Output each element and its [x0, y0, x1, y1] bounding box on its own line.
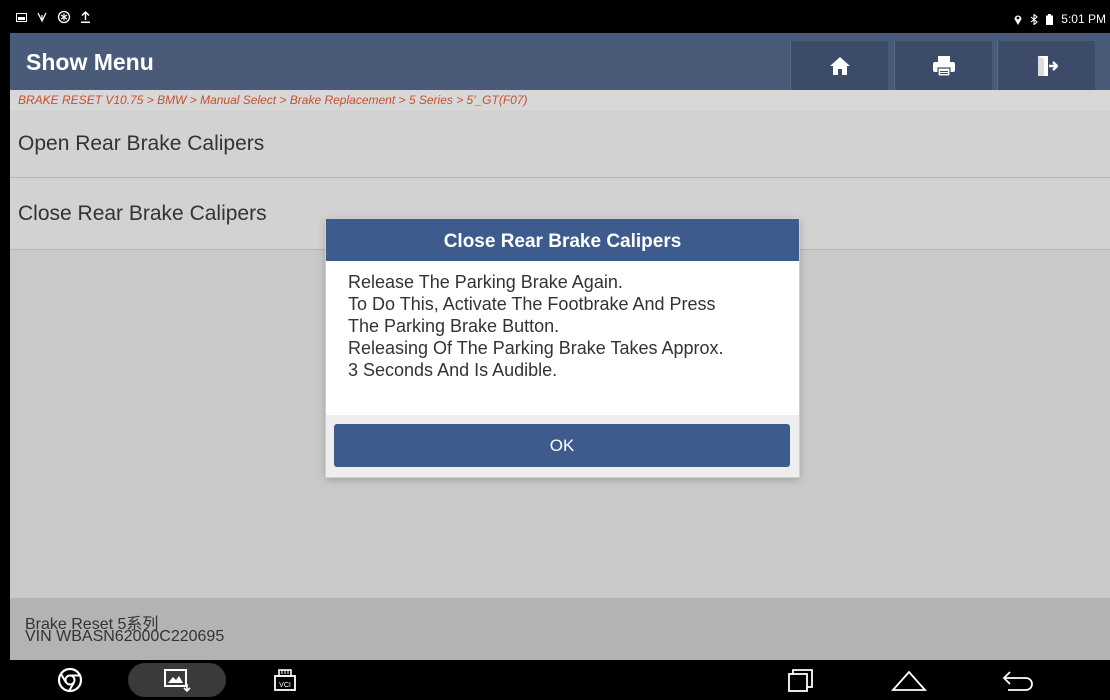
home-nav-button[interactable] — [888, 660, 930, 700]
recents-button[interactable] — [780, 660, 820, 700]
dialog-line: 3 Seconds And Is Audible. — [348, 360, 558, 380]
dialog-footer: OK — [326, 415, 799, 477]
menu-item-label: Close Rear Brake Calipers — [18, 202, 267, 225]
exit-icon — [1037, 55, 1058, 76]
message-dialog: Close Rear Brake Calipers Release The Pa… — [326, 219, 799, 477]
home-nav-icon — [891, 670, 927, 691]
back-button[interactable] — [995, 660, 1039, 700]
bluetooth-icon — [1030, 13, 1039, 25]
dialog-line: To Do This, Activate The Footbrake And P… — [348, 294, 716, 314]
dialog-message: Release The Parking Brake Again. To Do T… — [348, 271, 788, 381]
status-bar: 5:01 PM — [10, 0, 1110, 33]
recents-icon — [788, 669, 813, 692]
menu-item-open-rear-brake-calipers[interactable]: Open Rear Brake Calipers — [10, 110, 1110, 178]
title-bar: Show Menu — [10, 33, 1110, 90]
breadcrumb: BRAKE RESET V10.75 > BMW > Manual Select… — [10, 90, 1110, 110]
screenshot-button[interactable] — [155, 660, 199, 700]
vci-button[interactable]: VCI — [265, 660, 305, 700]
vci-label: VCI — [279, 682, 291, 689]
exit-button[interactable] — [997, 41, 1095, 90]
system-nav-bar: VCI — [10, 660, 1110, 700]
home-button[interactable] — [790, 41, 888, 90]
dialog-title: Close Rear Brake Calipers — [326, 219, 799, 261]
print-button[interactable] — [894, 41, 992, 90]
upload-icon — [81, 11, 90, 23]
app-screen: 5:01 PM Show Menu BRAKE RESET V10.75 > B… — [10, 0, 1110, 700]
chrome-button[interactable] — [50, 660, 90, 700]
page-title: Show Menu — [26, 49, 154, 75]
vci-icon: VCI — [274, 669, 296, 691]
print-icon — [932, 55, 955, 77]
status-right: 5:01 PM — [1014, 12, 1106, 26]
gallery-icon — [16, 12, 27, 22]
dialog-line: Release The Parking Brake Again. — [348, 272, 623, 292]
dialog-line: Releasing Of The Parking Brake Takes App… — [348, 338, 724, 358]
screenshot-icon — [164, 669, 191, 693]
ok-button[interactable]: OK — [334, 424, 790, 467]
status-left-icons — [16, 10, 91, 24]
footer-vin: VIN WBASN62000C220695 — [25, 628, 225, 645]
location-icon — [1014, 15, 1022, 25]
clock: 5:01 PM — [1061, 12, 1106, 26]
dialog-line: The Parking Brake Button. — [348, 316, 560, 336]
back-icon — [1002, 671, 1033, 691]
battery-icon — [1046, 13, 1054, 25]
settings-icon — [57, 10, 71, 24]
footer-info: Brake Reset 5系列 VIN WBASN62000C220695 — [10, 598, 1110, 660]
chrome-icon — [57, 667, 83, 693]
usb-icon — [37, 12, 47, 23]
home-icon — [829, 56, 850, 75]
